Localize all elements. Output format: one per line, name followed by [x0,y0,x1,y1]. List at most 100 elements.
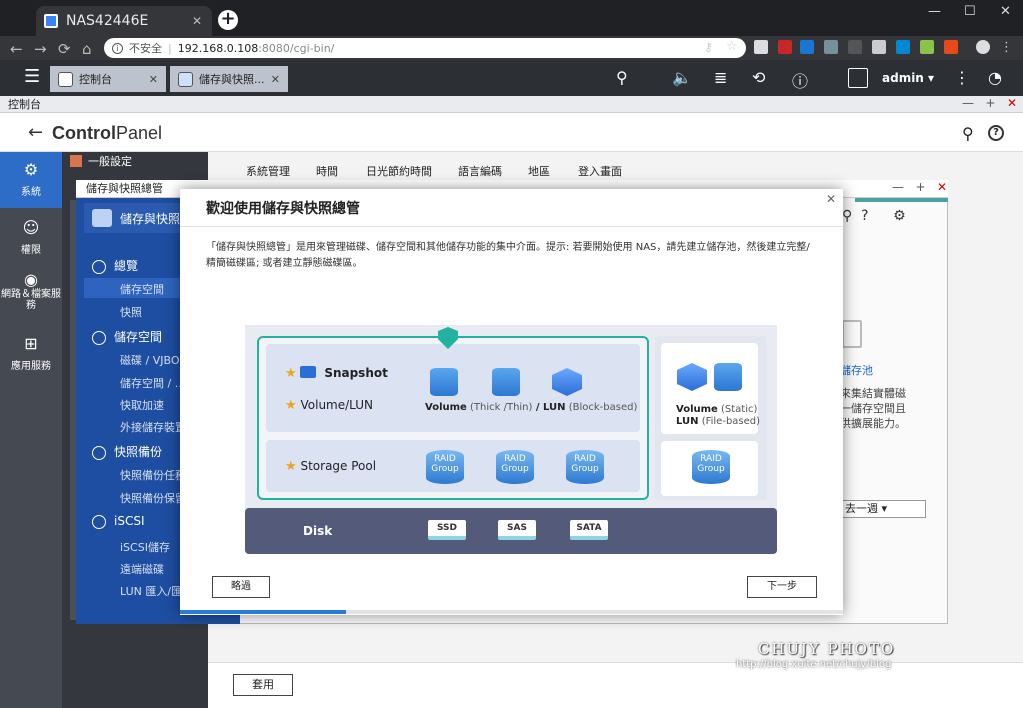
nav-snapshot-jobs[interactable]: 快照備份任務 [120,467,186,483]
menu-item-general-settings[interactable]: 一般設定 [70,153,132,169]
sidebar-item-privilege[interactable]: ☺ 權限 [0,210,62,266]
window-maximize-button[interactable]: ☐ [964,4,976,19]
help-icon[interactable]: ? [861,208,868,224]
search-icon[interactable]: ⚲ [616,68,628,87]
nav-snapshot-backup[interactable]: 快照備份 [92,443,162,460]
reload-icon[interactable]: ⟳ [58,40,71,58]
sidebar-item-label: 應用服務 [11,361,51,372]
qts-tab-control-panel[interactable]: 控制台 ✕ [50,66,166,92]
sidebar-item-label: 網路＆檔案服務 [1,289,61,311]
nav-iscsi-storage[interactable]: iSCSI儲存 [120,539,170,555]
nav-storage[interactable]: 儲存空間 [92,328,162,345]
nav-storage-space[interactable]: 儲存空間 / ... [120,375,185,391]
extension-icon[interactable] [754,40,768,54]
close-icon[interactable]: ✕ [149,73,158,86]
extension-icon[interactable] [920,40,934,54]
extension-icon[interactable] [896,40,910,54]
window-close-button[interactable]: ✕ [1000,4,1011,19]
lun-file-icon [714,363,742,391]
search-icon[interactable]: ⚲ [842,208,852,224]
tab-codepage[interactable]: 語言編碼 [458,163,502,179]
forward-arrow-icon[interactable]: → [34,40,47,58]
window-minimize-button[interactable]: — [928,4,941,19]
sidebar-item-network[interactable]: ◉ 網路＆檔案服務 [0,266,62,322]
address-bar[interactable]: i 不安全 | 192.168.0.108 :8080/cgi-bin/ [104,38,746,58]
tab-dst[interactable]: 日光節約時間 [366,163,432,179]
sync-icon[interactable]: ⟲ [752,68,765,87]
help-icon[interactable]: ? [988,125,1004,141]
close-icon[interactable]: ✕ [271,73,280,86]
tab-login-screen[interactable]: 登入畫面 [578,163,622,179]
nav-iscsi[interactable]: iSCSI [92,514,145,529]
profile-avatar[interactable] [976,40,990,54]
close-button[interactable]: ✕ [1007,96,1017,110]
sidebar-item-apps[interactable]: ⊞ 應用服務 [0,326,62,382]
qts-tab-label: 儲存與快照... [199,73,265,86]
main-menu-icon[interactable]: ☰ [24,66,40,87]
accent-bar [855,198,948,202]
insecure-label: 不安全 [129,42,162,55]
raid-group-icon: RAID Group [692,450,730,484]
home-icon[interactable]: ⌂ [82,40,92,58]
nav-external[interactable]: 外接儲存裝置 [120,419,186,435]
bookmark-star-icon[interactable]: ☆ [726,39,738,54]
dashboard-gauge-icon[interactable]: ◔ [988,68,1002,87]
gear-icon[interactable]: ⚙ [893,208,906,224]
nav-overview[interactable]: 總覽 [92,257,138,274]
control-panel-titlebar: 控制台 [0,96,1023,113]
browser-tab-title: NAS42446E [66,13,149,29]
url-path: :8080/cgi-bin/ [258,41,335,55]
key-icon[interactable]: ⚷ [704,40,713,54]
back-arrow-icon[interactable]: ← [10,40,23,58]
extension-icon[interactable] [848,40,862,54]
static-volume-caption: Volume (Static) LUN (File-based) [676,404,761,427]
disk-label: Disk [303,524,333,538]
search-icon[interactable]: ⚲ [962,124,974,143]
dialog-title: 歡迎使用儲存與快照總管 [206,201,360,217]
extension-icon[interactable] [944,40,958,54]
share-icon[interactable] [800,40,814,54]
maximize-button[interactable]: + [915,180,925,194]
nav-disks[interactable]: 磁碟 / VJBO [120,352,179,368]
period-select[interactable]: 去一週 ▾ [842,500,926,518]
nav-overview-snapshot[interactable]: 快照 [120,304,142,320]
nav-cache[interactable]: 快取加速 [120,397,164,413]
create-pool-link[interactable]: 儲存池 [840,362,873,378]
dialog-close-icon[interactable]: ✕ [826,192,836,206]
browser-menu-icon[interactable]: ⋮ [1000,40,1013,55]
extension-icon[interactable] [824,40,838,54]
back-arrow-icon[interactable]: ← [28,122,43,143]
sidebar-item-system[interactable]: ⚙ 系統 [0,152,62,208]
maximize-button[interactable]: + [985,96,995,110]
skip-button[interactable]: 略過 [212,576,270,598]
browser-tab[interactable]: NAS42446E ✕ [36,6,212,36]
user-menu[interactable]: admin ▾ [848,68,934,88]
info-icon[interactable]: ⓘ [792,68,808,92]
sidebar-item-label: 系統 [21,187,41,198]
storage-icon [92,209,112,227]
camera-icon [92,445,106,460]
close-tab-icon[interactable]: ✕ [192,14,202,28]
next-button[interactable]: 下一步 [747,576,817,598]
speaker-icon[interactable]: 🔈 [672,68,692,87]
apply-button[interactable]: 套用 [233,674,293,696]
raid-group-icon: RAID Group [426,450,464,484]
qts-tab-storage[interactable]: 儲存與快照... ✕ [170,66,288,92]
extension-icon[interactable] [872,40,886,54]
nav-snapshot-vault[interactable]: 快照備份保留 [120,490,186,506]
new-tab-button[interactable]: + [218,10,238,30]
gear-icon: ⚙ [23,160,39,179]
info-icon[interactable]: i [112,42,123,54]
volume-thin-icon [492,368,520,396]
adblock-icon[interactable] [778,40,792,54]
minimize-button[interactable]: — [892,180,904,194]
nav-overview-storage[interactable]: 儲存空間 [120,281,164,297]
tab-region[interactable]: 地區 [528,163,550,179]
more-options-icon[interactable]: ⋮ [954,68,970,87]
minimize-button[interactable]: — [962,96,974,110]
tasks-icon[interactable]: ≣ [714,68,727,87]
watermark-title: CHUJY PHOTO [758,640,896,658]
nav-remote-disk[interactable]: 遠端磁碟 [120,561,164,577]
close-button[interactable]: ✕ [937,180,947,194]
tab-time[interactable]: 時間 [316,163,338,179]
